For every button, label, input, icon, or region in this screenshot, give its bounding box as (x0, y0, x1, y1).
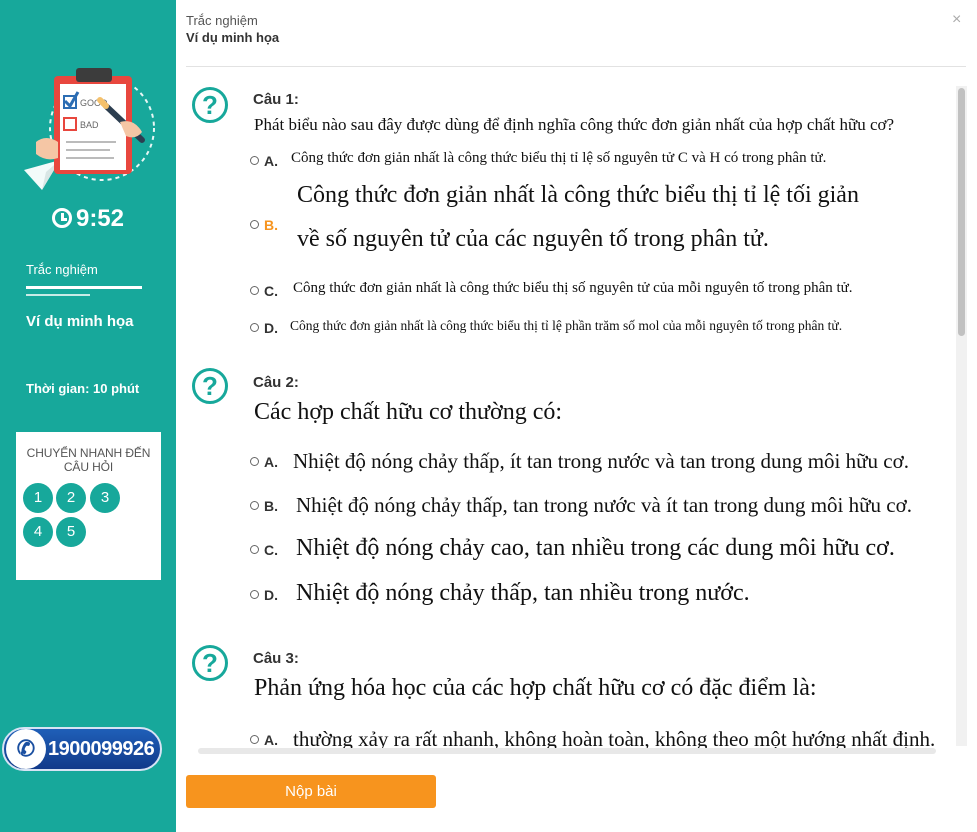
jump-button-2[interactable]: 2 (56, 483, 86, 513)
question-mark-icon: ? (192, 87, 228, 123)
radio-button[interactable] (250, 501, 259, 510)
option-letter: C. (264, 542, 278, 558)
question-mark-icon: ? (192, 368, 228, 404)
hotline-button[interactable]: ✆ 1900099926 (2, 727, 162, 771)
question-text: Phát biểu nào sau đây được dùng để định … (254, 115, 895, 134)
header-title: Ví dụ minh họa (186, 30, 280, 45)
header-subtitle: Trắc nghiệm (186, 13, 258, 28)
option-letter: B. (264, 498, 278, 514)
art-bad-text: BAD (80, 120, 99, 130)
question-jump-panel: CHUYỂN NHANH ĐẾN CÂU HỎI 1 2 3 4 5 (16, 432, 161, 580)
timer-value: 9:52 (75, 205, 125, 232)
question-mark-icon: ? (192, 645, 228, 681)
close-button[interactable]: × (952, 11, 961, 29)
sidebar-divider-short (26, 294, 90, 296)
radio-button[interactable] (250, 545, 259, 554)
jump-button-1[interactable]: 1 (23, 483, 53, 513)
option-text-line1: Công thức đơn giản nhất là công thức biể… (297, 182, 859, 208)
modal-header: Trắc nghiệm Ví dụ minh họa (186, 12, 279, 46)
quiz-clipboard-illustration: GOOD BAD (24, 68, 155, 190)
submit-button[interactable]: Nộp bài (186, 775, 436, 808)
option-text: Nhiệt độ nóng chảy thấp, tan trong nước … (296, 493, 912, 517)
sidebar-quiz-title: Ví dụ minh họa (26, 313, 134, 330)
option-text: Công thức đơn giản nhất là công thức biể… (291, 150, 827, 166)
option-text: Công thức đơn giản nhất là công thức biể… (290, 318, 843, 333)
question-text: Phản ứng hóa học của các hợp chất hữu cơ… (254, 675, 817, 701)
option-text: Nhiệt độ nóng chảy thấp, tan nhiều trong… (296, 580, 750, 606)
radio-button[interactable] (250, 156, 259, 165)
question-list: ? Câu 1: Phát biểu nào sau đây được dùng… (186, 67, 956, 749)
phone-icon: ✆ (6, 729, 46, 769)
radio-button[interactable] (250, 590, 259, 599)
radio-button[interactable] (250, 323, 259, 332)
jump-panel-title: CHUYỂN NHANH ĐẾN CÂU HỎI (26, 446, 151, 474)
clock-icon (51, 208, 72, 228)
sidebar-divider (26, 286, 142, 289)
vertical-scrollbar-thumb[interactable] (958, 88, 965, 336)
option-text: Nhiệt độ nóng chảy thấp, ít tan trong nư… (293, 449, 909, 473)
sidebar-time-limit: Thời gian: 10 phút (26, 381, 140, 396)
option-letter: D. (264, 587, 278, 603)
question-label: Câu 3: (253, 650, 299, 667)
option-letter: C. (264, 283, 278, 299)
radio-button[interactable] (250, 735, 259, 744)
option-text: Nhiệt độ nóng chảy cao, tan nhiều trong … (296, 535, 895, 561)
question-label: Câu 1: (253, 91, 299, 108)
option-letter: D. (264, 320, 278, 336)
option-letter: A. (264, 732, 278, 748)
radio-button[interactable] (250, 220, 259, 229)
question-label: Câu 2: (253, 374, 299, 391)
horizontal-scrollbar[interactable] (198, 748, 936, 754)
option-letter: B. (264, 217, 278, 233)
radio-button[interactable] (250, 457, 259, 466)
option-text-line2: về số nguyên tử của các nguyên tố trong … (297, 226, 769, 252)
sidebar: GOOD BAD 9:52 Trắc nghiệm Ví dụ minh họa… (0, 0, 176, 832)
option-text: thường xảy ra rất nhanh, không hoàn toàn… (293, 727, 936, 749)
question-text: Các hợp chất hữu cơ thường có: (254, 399, 563, 425)
option-letter: A. (264, 153, 278, 169)
jump-button-5[interactable]: 5 (56, 517, 86, 547)
sidebar-quiz-label: Trắc nghiệm (26, 262, 98, 277)
radio-button[interactable] (250, 286, 259, 295)
countdown-timer: 9:52 (0, 205, 176, 233)
option-text: Công thức đơn giản nhất là công thức biể… (293, 280, 853, 296)
jump-button-3[interactable]: 3 (90, 483, 120, 513)
hotline-number: 1900099926 (48, 738, 155, 760)
option-letter: A. (264, 454, 278, 470)
jump-button-4[interactable]: 4 (23, 517, 53, 547)
